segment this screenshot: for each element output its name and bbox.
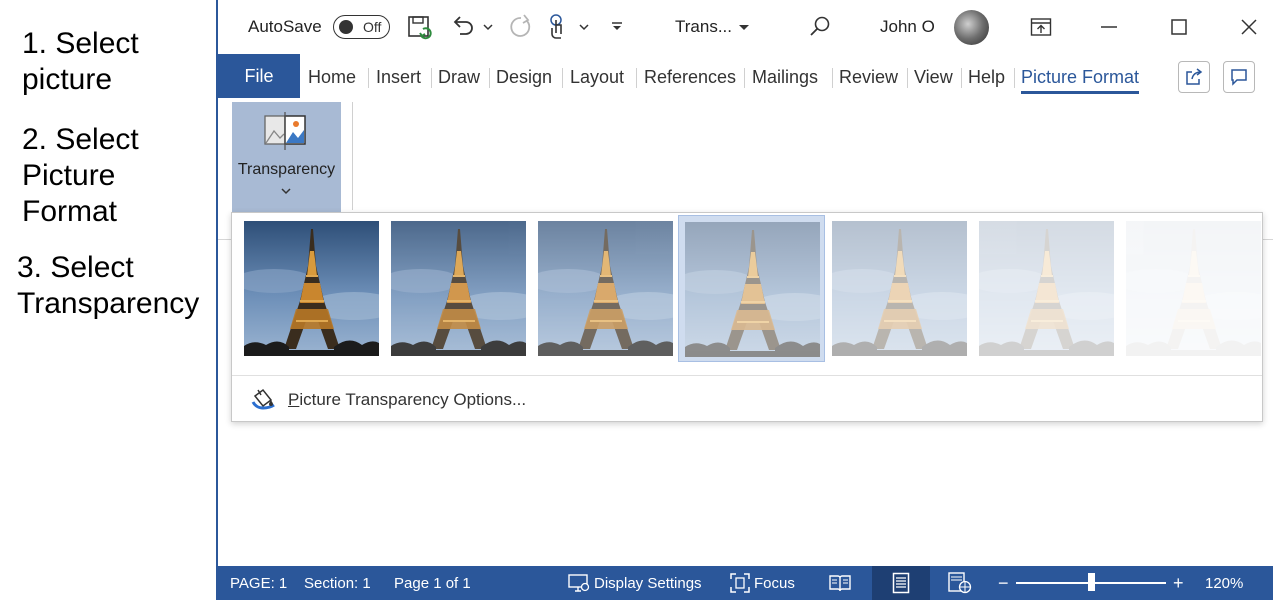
tab-insert[interactable]: Insert (376, 54, 421, 100)
transparency-icon (264, 112, 306, 150)
ribbon-separator (352, 102, 353, 210)
eiffel-tower-thumbnail (979, 221, 1114, 356)
tab-layout[interactable]: Layout (570, 54, 624, 100)
autosave-toggle[interactable]: Off (333, 15, 390, 39)
transparency-preset-3[interactable] (678, 215, 825, 362)
ribbon-tabs: File Home Insert Draw Design Layout Refe… (218, 54, 1273, 100)
options-label-rest: icture Transparency Options... (299, 390, 527, 409)
zoom-level[interactable]: 120% (1205, 566, 1243, 600)
tab-separator (907, 68, 908, 88)
tab-mailings[interactable]: Mailings (752, 54, 818, 100)
eiffel-tower-thumbnail (1126, 221, 1261, 356)
focus-button[interactable]: Focus (754, 566, 795, 600)
close-icon[interactable] (1240, 0, 1258, 54)
read-mode-icon[interactable] (828, 566, 852, 600)
transparency-options-icon (251, 388, 275, 410)
transparency-preset-6[interactable] (1120, 215, 1267, 362)
save-icon[interactable] (406, 0, 434, 54)
document-title-chevron-icon[interactable] (738, 0, 750, 54)
tab-references[interactable]: References (644, 54, 736, 100)
word-window: AutoSave Off Trans... John O File Home I… (216, 0, 1273, 600)
tab-picture-format[interactable]: Picture Format (1021, 54, 1140, 100)
user-name[interactable]: John O (880, 0, 935, 54)
comments-button[interactable] (1223, 61, 1255, 93)
status-bar: PAGE: 1 Section: 1 Page 1 of 1 Display S… (218, 566, 1273, 600)
eiffel-tower-thumbnail (391, 221, 526, 356)
instruction-step-3: 3. Select Transparency (17, 251, 200, 320)
autosave-state: Off (363, 19, 382, 35)
customize-qat-icon[interactable] (610, 0, 624, 54)
touch-mode-icon[interactable] (546, 0, 570, 54)
eiffel-tower-thumbnail (685, 222, 820, 357)
tab-separator (636, 68, 637, 88)
web-layout-icon[interactable] (948, 566, 972, 600)
avatar[interactable] (954, 10, 989, 45)
tab-separator (832, 68, 833, 88)
share-button[interactable] (1178, 61, 1210, 93)
title-bar: AutoSave Off Trans... John O (218, 0, 1273, 54)
eiffel-tower-thumbnail (244, 221, 379, 356)
search-icon[interactable] (808, 0, 832, 54)
instructions-panel: 1. Select picture 2. Select Picture Form… (0, 0, 216, 600)
focus-icon[interactable] (730, 566, 750, 600)
zoom-slider-thumb[interactable] (1088, 573, 1095, 591)
tab-home[interactable]: Home (308, 54, 356, 100)
tab-separator (489, 68, 490, 88)
transparency-label: Transparency (237, 161, 336, 178)
transparency-preset-5[interactable] (973, 215, 1120, 362)
status-section[interactable]: Section: 1 (304, 566, 371, 600)
tab-separator (961, 68, 962, 88)
toggle-knob (339, 20, 353, 34)
tab-separator (744, 68, 745, 88)
zoom-in-button[interactable]: + (1173, 566, 1184, 600)
eiffel-tower-thumbnail (538, 221, 673, 356)
display-settings-icon[interactable] (568, 566, 590, 600)
ribbon-display-options-icon[interactable] (1030, 0, 1052, 54)
tab-file[interactable]: File (218, 54, 300, 98)
picture-transparency-options-label: Picture Transparency Options... (288, 390, 526, 410)
touch-mode-chevron-icon[interactable] (578, 0, 590, 54)
autosave-label: AutoSave (248, 17, 322, 36)
zoom-out-button[interactable]: − (998, 566, 1009, 600)
redo-icon[interactable] (507, 0, 535, 54)
minimize-icon[interactable] (1100, 0, 1118, 54)
status-page-count[interactable]: Page 1 of 1 (394, 566, 471, 600)
picture-transparency-options-item[interactable]: Picture Transparency Options... (232, 376, 1262, 422)
document-title[interactable]: Trans... (675, 0, 732, 54)
options-accelerator: P (288, 390, 300, 409)
tab-separator (431, 68, 432, 88)
instruction-step-2: 2. Select Picture Format (22, 123, 139, 228)
transparency-gallery: Picture Transparency Options... (231, 212, 1263, 422)
tab-separator (1014, 68, 1015, 88)
comment-icon (1231, 69, 1247, 86)
share-icon (1186, 68, 1203, 85)
print-layout-icon[interactable] (872, 566, 930, 600)
tab-design[interactable]: Design (496, 54, 552, 100)
undo-icon[interactable] (450, 0, 476, 54)
transparency-preset-1[interactable] (385, 215, 532, 362)
tab-review[interactable]: Review (839, 54, 898, 100)
tab-help[interactable]: Help (968, 54, 1005, 100)
instruction-step-1: 1. Select picture (22, 27, 139, 96)
transparency-preset-4[interactable] (826, 215, 973, 362)
tab-separator (368, 68, 369, 88)
undo-dropdown-chevron-icon[interactable] (482, 0, 494, 54)
transparency-preset-2[interactable] (532, 215, 679, 362)
tab-view[interactable]: View (914, 54, 953, 100)
transparency-preset-0[interactable] (238, 215, 385, 362)
chevron-down-icon (281, 188, 291, 195)
transparency-button[interactable]: Transparency (232, 102, 341, 214)
display-settings-button[interactable]: Display Settings (594, 566, 702, 600)
maximize-icon[interactable] (1170, 0, 1188, 54)
status-page[interactable]: PAGE: 1 (230, 566, 287, 600)
tab-draw[interactable]: Draw (438, 54, 480, 100)
eiffel-tower-thumbnail (832, 221, 967, 356)
tab-separator (562, 68, 563, 88)
